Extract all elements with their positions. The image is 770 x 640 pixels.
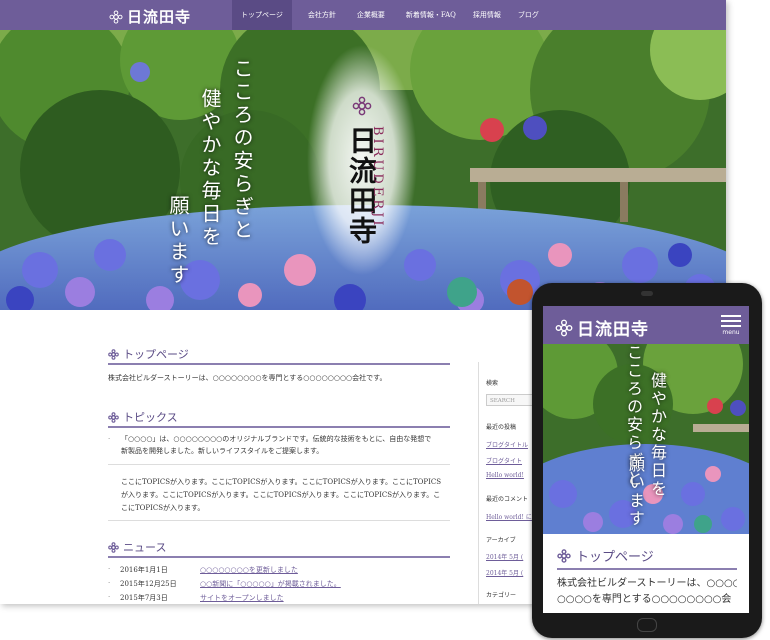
news-bullet: · [108,579,111,587]
section-heading-news: ニュース [108,539,166,555]
hamburger-icon-bar [721,320,741,322]
nav-item-overview[interactable]: 企業概要 [345,0,394,30]
hero-copy-line1: こころの安らぎと [230,58,254,242]
sidebar-recent-post-link[interactable]: Hello world! [486,472,524,479]
hamburger-icon [721,315,741,317]
hydrangea-logo-icon [555,319,573,336]
top-description: 株式会社ビルダーストーリーは、○○○○○○○○を専門とする○○○○○○○○会社で… [108,374,387,382]
section-underline [108,556,450,558]
phone-text-line2: ○○○○を専門とする○○○○○○○○会 [557,594,732,605]
hero-image: 日流田寺 BIRUDERJI こころの安らぎと 健やかな毎日を 願います [0,30,726,310]
news-link[interactable]: ○○新聞に「○○○○○」が掲載されました。 [200,579,341,589]
hero-copy-line2: 健やかな毎日を [198,88,222,249]
news-item: · 2015年7月3日 サイトをオープンしました [108,593,284,603]
section-heading-topics-text: トピックス [123,411,178,424]
phone-nav-bar: 日流田寺 menu [543,306,749,344]
sidebar-search-label: 検索 [486,380,499,387]
news-date: 2016年1月1日 [120,566,168,574]
news-link[interactable]: ○○○○○○○○を更新しました [200,565,298,575]
phone-logo-text: 日流田寺 [577,320,649,340]
news-link[interactable]: サイトをオープンしました [200,593,284,603]
phone-section-heading: トップページ [557,546,654,565]
sidebar-recent-comments-label: 最近のコメント [486,496,529,503]
hero-brand-roman: BIRUDERJI [370,126,385,229]
hydrangea-heading-icon [108,541,119,553]
news-bullet: · [108,565,111,573]
section-heading-top: トップページ [108,346,189,362]
phone-site-logo[interactable]: 日流田寺 [555,315,649,340]
phone-hero-copy-line2: 健やかな毎日を [648,372,667,498]
hydrangea-logo-icon [109,9,123,24]
nav-item-policy[interactable]: 会社方針 [292,0,345,30]
section-underline [108,426,450,428]
topic-intro-line2: 新製品を開発しました。新しいライフスタイルをご提案します。 [121,447,324,455]
phone-home-button[interactable] [637,618,657,632]
sidebar-archive-link[interactable]: 2014年 5月 ( [486,568,523,577]
nav-item-blog[interactable]: ブログ [510,0,548,30]
news-date: 2015年12月25日 [120,580,177,588]
hydrangea-heading-icon [108,411,119,423]
nav-item-news-faq[interactable]: 新着情報・FAQ [394,0,465,30]
sidebar-recent-post-link[interactable]: ブログタイトル [486,440,528,449]
phone-hero-copy-line3: 願います [626,456,645,528]
section-heading-news-text: ニュース [123,541,167,554]
sidebar-recent-post-link[interactable]: ブログタイト [486,456,522,465]
news-item: · 2016年1月1日 ○○○○○○○○を更新しました [108,565,298,575]
section-heading-topics: トピックス [108,409,178,425]
nav-menu: トップページ 会社方針 企業概要 新着情報・FAQ 採用情報 ブログ [232,0,548,30]
hydrangea-heading-icon [557,548,571,563]
site-logo[interactable]: 日流田寺 [109,6,191,27]
nav-item-recruit[interactable]: 採用情報 [465,0,510,30]
news-item: · 2015年12月25日 ○○新聞に「○○○○○」が掲載されました。 [108,579,341,589]
news-date: 2015年7月3日 [120,594,168,602]
hydrangea-heading-icon [108,348,119,360]
topic-bullet: · [108,435,111,443]
phone-hero-image: こころの安らぎと 健やかな毎日を 願います [543,344,749,534]
top-navigation-bar: 日流田寺 トップページ 会社方針 企業概要 新着情報・FAQ 採用情報 ブログ [0,0,726,30]
sidebar-recent-posts-label: 最近の投稿 [486,424,517,431]
phone-text-line1: 株式会社ビルダーストーリーは、○○○○ [557,578,737,589]
hamburger-icon-bar [721,325,741,327]
sidebar-category-label: カテゴリー [486,592,517,599]
phone-screen: 日流田寺 menu こころの安らぎと 健やかな毎日を 願います トップページ 株… [543,306,749,613]
section-heading-top-text: トップページ [123,348,189,361]
divider [108,520,450,521]
topic-intro-line1: 「○○○○」は、○○○○○○○○のオリジナルブランドです。伝統的な技術をもとに、… [121,435,432,443]
phone-section-heading-text: トップページ [576,550,654,565]
menu-label: menu [722,329,740,336]
site-logo-text: 日流田寺 [127,8,192,26]
sidebar-archive-link[interactable]: 2014年 5月 ( [486,552,523,561]
nav-item-top[interactable]: トップページ [232,0,292,30]
topic-body-line2: が入ります。ここにTOPICSが入ります。ここにTOPICSが入ります。ここにT… [121,491,441,499]
hero-copy-line3: 願います [166,195,190,287]
phone-camera [641,291,653,296]
topic-body-line1: ここにTOPICSが入ります。ここにTOPICSが入ります。ここにTOPICSが… [121,478,442,486]
section-underline [557,568,737,570]
section-underline [108,363,450,365]
divider [108,464,450,465]
hamburger-menu-button[interactable]: menu [721,315,741,336]
phone-top-description: 株式会社ビルダーストーリーは、○○○○ ○○○○を専門とする○○○○○○○○会 [557,576,737,608]
news-bullet: · [108,593,111,601]
topic-body-line3: こにTOPICSが入ります。 [121,504,205,512]
sidebar-archive-label: アーカイブ [486,537,516,544]
